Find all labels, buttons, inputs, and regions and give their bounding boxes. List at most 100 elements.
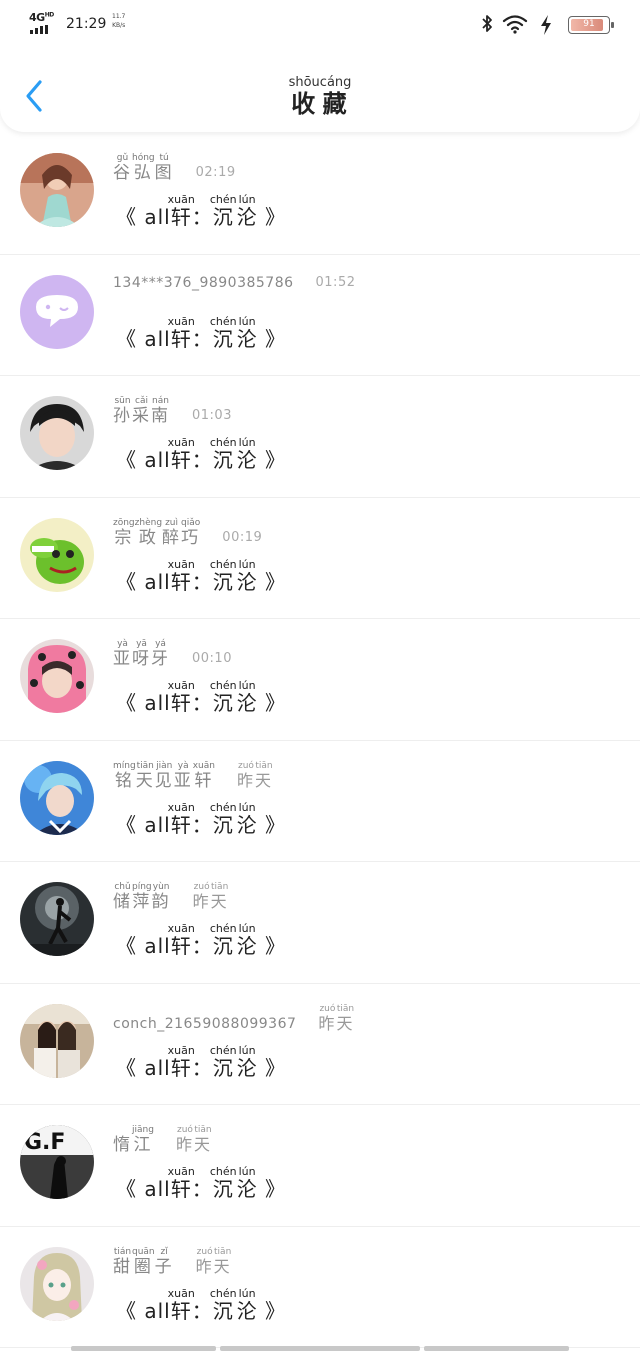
user-name-char: 圈quān <box>132 1246 155 1277</box>
title-bracket-open: 《 <box>116 1055 137 1080</box>
list-item[interactable]: 亚yà呀yā牙yá 00:10 《 all轩xuān：沉chén沦lún 》 <box>0 619 640 741</box>
title-bracket-open: 《 <box>116 326 137 351</box>
title-word-char: 沦lún <box>236 1043 258 1080</box>
favorite-title[interactable]: 《 all轩xuān：沉chén沦lún 》 <box>116 1043 286 1081</box>
timestamp-char: 天tiān <box>193 1125 212 1154</box>
list-item[interactable]: 134***376_9890385786 01:52 《 all轩xuān：沉ché… <box>0 255 640 376</box>
list-item[interactable]: 储chǔ萍píng韵yùn 昨zuó天tiān 《 all轩xuān：沉chén沦l… <box>0 862 640 984</box>
user-name: 谷gǔ弘hóng图tú <box>113 153 174 183</box>
title-word-char: 沦lún <box>236 557 258 594</box>
timestamp: 昨zuó天tiān <box>237 761 273 791</box>
favorite-title[interactable]: 《 all轩xuān：沉chén沦lún 》 <box>116 557 286 595</box>
avatar[interactable] <box>20 1246 94 1321</box>
timestamp-char: 天tiān <box>213 1246 232 1276</box>
user-account: conch_21659088099367 <box>113 1015 297 1032</box>
title-word-char: 沦lún <box>236 193 258 229</box>
user-name-line: conch_21659088099367 昨zuó天tiān <box>113 1004 354 1034</box>
favorite-title[interactable]: 《 all轩xuān：沉chén沦lún 》 <box>116 193 286 230</box>
timestamp-char: 昨zuó <box>236 760 255 790</box>
favorite-title[interactable]: 《 all轩xuān：沉chén沦lún 》 <box>116 922 286 959</box>
user-name-char: 图tú <box>154 153 174 183</box>
charging-icon <box>541 15 551 35</box>
list-item[interactable]: 铭míng天tiān见jiàn亚yà轩xuān 昨zuó天tiān 《 all轩xu… <box>0 741 640 862</box>
avatar[interactable] <box>20 1003 94 1078</box>
title-bracket-open: 《 <box>116 691 137 715</box>
title-word-char: 沉chén <box>209 314 237 351</box>
title-word-char: 沦lún <box>236 436 258 472</box>
user-name: 亚yà呀yā牙yá <box>113 639 170 669</box>
title-name-char: 轩xuān <box>167 436 195 472</box>
title-bracket-close: 》 <box>257 1298 286 1323</box>
list-item[interactable]: conch_21659088099367 昨zuó天tiān 《 all轩xuān：… <box>0 984 640 1105</box>
title-bracket-open: 《 <box>116 1177 137 1201</box>
favorite-title[interactable]: 《 all轩xuān：沉chén沦lún 》 <box>116 1165 286 1202</box>
avatar[interactable] <box>20 882 94 956</box>
battery-level: 91 <box>583 19 595 29</box>
title-word-char: 沦lún <box>236 800 258 837</box>
title-word-char: 沦lún <box>236 679 258 715</box>
user-name-char: 政zhèng <box>134 517 163 548</box>
title-bracket-open: 《 <box>116 448 137 472</box>
title-name-char: 轩xuān <box>167 800 195 837</box>
title-word-char: 沦lún <box>236 314 258 351</box>
favorite-title[interactable]: 《 all轩xuān：沉chén沦lún 》 <box>116 679 286 716</box>
title-bracket-open: 《 <box>116 812 137 837</box>
user-name-char: 萍píng <box>132 882 152 912</box>
title-prefix: all <box>137 569 171 594</box>
title-bracket-close: 》 <box>257 1055 286 1080</box>
title-word-char: 沉chén <box>209 557 237 594</box>
user-name-char: 宗zōng <box>113 517 135 548</box>
timestamp: 昨zuó天tiān <box>176 1125 212 1155</box>
avatar[interactable] <box>20 153 94 227</box>
favorite-title[interactable]: 《 all轩xuān：沉chén沦lún 》 <box>116 314 286 352</box>
avatar[interactable] <box>20 274 94 349</box>
timestamp-char: 天tiān <box>210 882 229 911</box>
title-prefix: all <box>137 326 171 351</box>
title-name-char: 轩xuān <box>167 557 195 594</box>
avatar[interactable]: G.F <box>20 1125 94 1199</box>
title-prefix: all <box>137 812 171 837</box>
list-item[interactable]: G.F 惰江jiāng 昨zuó天tiān 《 all轩xuān：沉chén沦lún … <box>0 1105 640 1227</box>
network-speed: 11.7 KB/s <box>112 13 126 29</box>
list-item[interactable]: 甜tián圈quān子zǐ 昨zuó天tiān 《 all轩xuān：沉chén沦l… <box>0 1227 640 1348</box>
favorite-title[interactable]: 《 all轩xuān：沉chén沦lún 》 <box>116 436 286 473</box>
title-bracket-close: 》 <box>257 448 286 472</box>
title-prefix: all <box>137 1177 171 1201</box>
header-bar: 4GHD 21:29 11.7 KB/s 91 收shōu藏cáng <box>0 0 640 132</box>
user-name-char: 孙sūn <box>113 396 132 426</box>
list-item[interactable]: 谷gǔ弘hóng图tú 02:19 《 all轩xuān：沉chén沦lún 》 <box>0 133 640 255</box>
avatar[interactable] <box>20 396 94 470</box>
title-prefix: all <box>137 1298 171 1323</box>
title-word-char: 沉chén <box>209 193 237 229</box>
title-name-char: 轩xuān <box>167 922 195 958</box>
avatar[interactable] <box>20 760 94 835</box>
timestamp-char: 昨zuó <box>318 1003 337 1033</box>
user-name-line: 134***376_9890385786 01:52 <box>113 275 355 293</box>
user-name-char: 南nán <box>151 396 170 426</box>
title-bracket-close: 》 <box>257 326 286 351</box>
favorites-list: 谷gǔ弘hóng图tú 02:19 《 all轩xuān：沉chén沦lún 》 13… <box>0 133 640 1348</box>
timestamp-char: 天tiān <box>254 760 273 790</box>
title-word-char: 沦lún <box>236 1286 258 1323</box>
user-name-line: 孙sūn采cǎi南nán 01:03 <box>113 396 232 426</box>
title-word-char: 沉chén <box>209 1286 237 1323</box>
list-item[interactable]: 孙sūn采cǎi南nán 01:03 《 all轩xuān：沉chén沦lún 》 <box>0 376 640 498</box>
title-prefix: all <box>137 448 171 472</box>
avatar[interactable] <box>20 517 94 592</box>
user-name: 宗zōng政zhèng醉zuì巧qiǎo <box>113 518 200 548</box>
user-name-char: 甜tián <box>113 1246 132 1277</box>
avatar[interactable] <box>20 639 94 713</box>
user-name: 铭míng天tiān见jiàn亚yà轩xuān <box>113 761 215 791</box>
timestamp: 00:10 <box>192 651 232 666</box>
favorite-title[interactable]: 《 all轩xuān：沉chén沦lún 》 <box>116 1286 286 1324</box>
user-name-line: 储chǔ萍píng韵yùn 昨zuó天tiān <box>113 882 229 912</box>
user-name-char: 韵yùn <box>151 882 171 912</box>
title-bracket-close: 》 <box>257 205 286 229</box>
user-name-char: 亚yà <box>113 639 132 669</box>
title-word-char: 沉chén <box>209 436 237 472</box>
list-item[interactable]: 宗zōng政zhèng醉zuì巧qiǎo 00:19 《 all轩xuān：沉ché… <box>0 498 640 619</box>
title-bracket-close: 》 <box>257 691 286 715</box>
user-name-char: 弘hóng <box>132 153 155 183</box>
title-prefix: all <box>137 1055 171 1080</box>
favorite-title[interactable]: 《 all轩xuān：沉chén沦lún 》 <box>116 800 286 838</box>
